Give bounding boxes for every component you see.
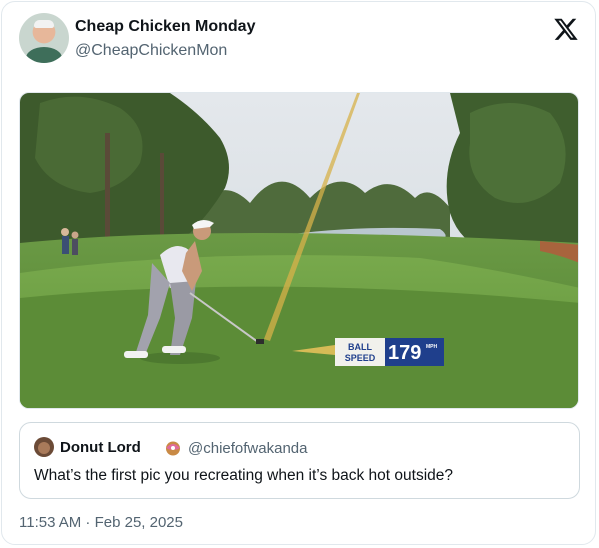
ball-label-line1: BALL	[348, 342, 372, 352]
quoted-tweet[interactable]: Donut Lord @chiefofwakanda What’s the fi…	[19, 422, 580, 499]
avatar-shirt	[26, 47, 62, 63]
avatar-hair	[34, 20, 54, 28]
quoted-handle[interactable]: @chiefofwakanda	[188, 440, 307, 457]
x-logo-icon[interactable]	[553, 16, 579, 42]
quoted-avatar-face	[38, 442, 50, 454]
quoted-author-avatar[interactable]	[34, 437, 54, 457]
quoted-display-name[interactable]: Donut Lord	[60, 439, 141, 456]
tweet-media-image[interactable]: BALL SPEED 179 MPH	[19, 92, 579, 409]
author-display-name[interactable]: Cheap Chicken Monday	[75, 18, 255, 36]
ball-label-line2: SPEED	[345, 353, 376, 363]
quoted-tweet-text: What’s the first pic you recreating when…	[34, 467, 454, 484]
tweet-timestamp[interactable]: 11:53 AM · Feb 25, 2025	[19, 514, 183, 531]
author-avatar[interactable]	[19, 13, 69, 63]
ball-speed-unit: MPH	[426, 344, 438, 350]
ball-speed-value: 179	[388, 342, 421, 364]
author-handle[interactable]: @CheapChickenMon	[75, 42, 227, 60]
golf-swing-photo: BALL SPEED 179 MPH	[20, 93, 578, 408]
donut-icon	[166, 441, 180, 456]
